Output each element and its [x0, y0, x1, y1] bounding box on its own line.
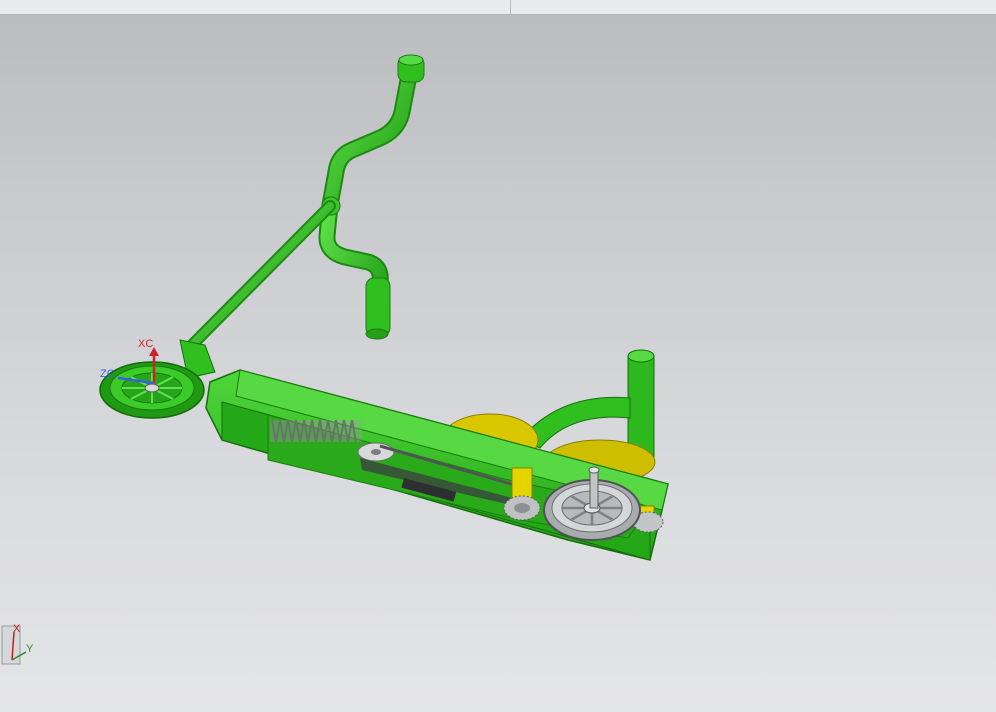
- abs-y-label: Y: [26, 643, 34, 655]
- wcs-x-label: XC: [138, 338, 153, 350]
- cad-model-view[interactable]: XC ZC X Y: [0, 15, 996, 712]
- graphics-viewport[interactable]: XC ZC X Y: [0, 15, 996, 712]
- spring: [270, 419, 362, 443]
- bottom-grip[interactable]: [365, 277, 391, 337]
- wcs-z-label: ZC: [100, 368, 115, 380]
- top-toolbar-strip: [0, 0, 996, 15]
- front-wheel[interactable]: [99, 361, 205, 419]
- toolbar-pane-left: [0, 0, 511, 14]
- absolute-triad: X Y: [1, 623, 34, 665]
- abs-x-label: X: [13, 623, 21, 635]
- steering-column[interactable]: [179, 200, 336, 379]
- handlebar[interactable]: [318, 54, 425, 340]
